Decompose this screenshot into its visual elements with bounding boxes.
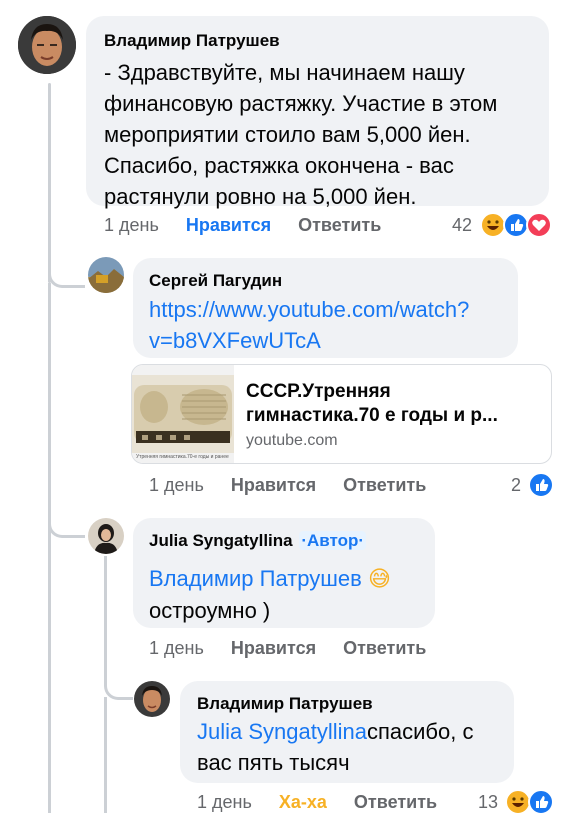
haha-reaction-button[interactable]: Ха-ха [279,792,327,813]
reaction-count[interactable]: 42 [452,215,472,236]
link-line[interactable]: v=b8VXFewUTcA [149,325,509,356]
mention-link[interactable]: Julia Syngatyllina [197,719,367,744]
radio-thumbnail-icon [132,375,234,453]
reply-button[interactable]: Ответить [354,792,437,813]
preview-domain: youtube.com [246,432,338,449]
author-badge: ·Автор· [299,531,367,550]
thumbnail-caption: Утренняя гимнастика.70-е годы и ранее [136,454,229,460]
love-icon[interactable] [526,212,552,238]
thread-line [48,83,51,283]
like-button[interactable]: Нравится [231,638,316,659]
comment-actions: 1 день Нравится Ответить [149,638,426,659]
emoji: 😅 [367,567,391,592]
comment-author: Julia Syngatyllina ·Автор· [149,531,367,551]
comment-actions: 1 день Нравится Ответить [104,215,381,236]
comment-text-line: растянули ровно на 5,000 йен. [104,184,417,209]
avatar[interactable] [88,518,124,554]
avatar-face-icon [134,681,170,717]
preview-title[interactable]: СССР.Утренняя гимнастика.70 е годы и р..… [246,380,498,428]
preview-title-line: гимнастика.70 е годы и р... [246,405,498,426]
comment-author[interactable]: Сергей Пагудин [149,271,282,291]
reply-button[interactable]: Ответить [343,475,426,496]
link-line[interactable]: https://www.youtube.com/watch? [149,294,509,325]
comment-time[interactable]: 1 день [149,475,204,496]
avatar-face-icon [18,16,76,74]
like-button[interactable]: Нравится [231,475,316,496]
like-icon[interactable] [528,472,554,498]
comment-actions: 1 день Нравится Ответить [149,475,426,496]
preview-title-line: СССР.Утренняя [246,381,391,402]
link-preview-card[interactable]: Утренняя гимнастика.70-е годы и ранее СС… [131,364,552,464]
thread-branch [104,665,133,700]
comment-text-line: остроумно ) [149,598,271,623]
comment-text-line: финансовую растяжку. Участие в этом [104,91,498,116]
mention-link[interactable]: Владимир Патрушев [149,566,362,591]
like-icon[interactable] [528,789,554,815]
comment-text: Владимир Патрушев 😅 остроумно ) [149,563,429,626]
video-thumbnail[interactable]: Утренняя гимнастика.70-е годы и ранее [132,365,234,463]
comment-time[interactable]: 1 день [197,792,252,813]
avatar-person-icon [88,518,124,554]
thread-branch [48,255,85,288]
comment-author[interactable]: Владимир Патрушев [104,31,280,51]
author-name[interactable]: Julia Syngatyllina [149,531,293,550]
thread-line [48,533,51,813]
comment-text-line: вас пять тысяч [197,750,350,775]
reply-button[interactable]: Ответить [298,215,381,236]
like-button[interactable]: Нравится [186,215,271,236]
avatar-landscape-icon [88,257,124,293]
comment-text-line: - Здравствуйте, мы начинаем нашу [104,60,465,85]
avatar[interactable] [18,16,76,74]
avatar[interactable] [88,257,124,293]
reaction-count[interactable]: 13 [478,792,498,813]
avatar[interactable] [134,681,170,717]
comment-author[interactable]: Владимир Патрушев [197,694,373,714]
reaction-count[interactable]: 2 [511,475,521,496]
reply-button[interactable]: Ответить [343,638,426,659]
comment-text-line: Спасибо, растяжка окончена - вас [104,153,454,178]
thread-branch [48,505,85,538]
comment-text-line: мероприятии стоило вам 5,000 йен. [104,122,471,147]
video-link[interactable]: https://www.youtube.com/watch? v=b8VXFew… [149,294,509,356]
thread-line [104,697,107,813]
comment-actions: 1 день Ха-ха Ответить [197,792,437,813]
comment-text: Julia Syngatyllinaспасибо, с вас пять ты… [197,716,507,778]
thread-line [104,556,107,676]
comment-time[interactable]: 1 день [149,638,204,659]
comment-time[interactable]: 1 день [104,215,159,236]
comment-text-segment: спасибо, с [366,719,474,744]
comment-text: - Здравствуйте, мы начинаем нашу финансо… [104,57,544,212]
thread-line [48,283,51,533]
